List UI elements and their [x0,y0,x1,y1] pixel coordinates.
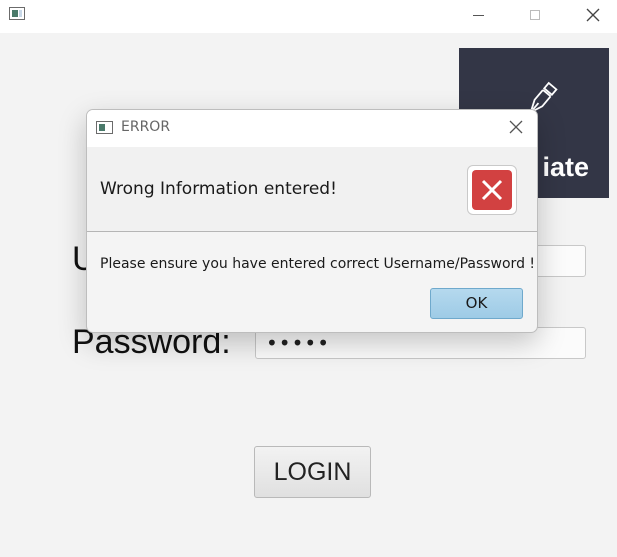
close-button[interactable] [570,0,616,30]
maximize-icon [530,10,540,20]
dialog-content-text: Please ensure you have entered correct U… [100,256,536,272]
app-icon [9,7,25,20]
login-button[interactable]: LOGIN [254,446,371,498]
close-icon [586,8,600,22]
close-icon [509,120,523,134]
error-dialog: ERROR Wrong Information entered! Please … [86,109,538,333]
dialog-app-icon [96,121,113,134]
dialog-close-button[interactable] [505,116,527,138]
maximize-button[interactable] [512,0,558,30]
dialog-header-text: Wrong Information entered! [100,179,337,199]
ok-button[interactable]: OK [430,288,523,319]
error-x-icon [467,165,517,215]
window-title-bar [0,0,617,33]
minimize-button[interactable] [455,0,501,30]
minimize-icon [472,14,484,16]
dialog-title-bar: ERROR [87,110,537,147]
dialog-title: ERROR [121,119,171,135]
